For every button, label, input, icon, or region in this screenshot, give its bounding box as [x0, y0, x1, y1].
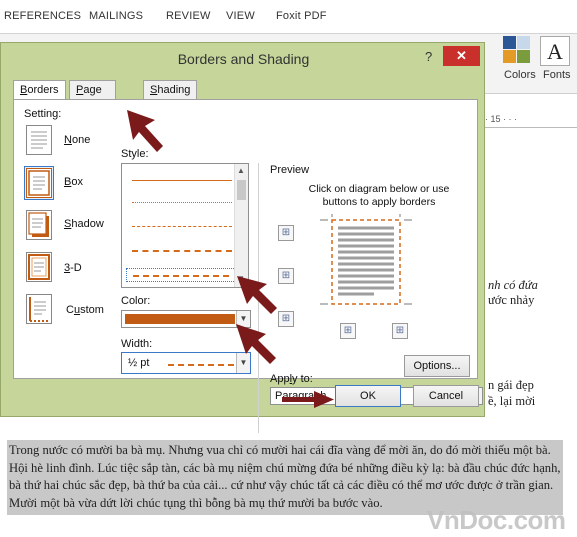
close-icon[interactable]: ✕: [443, 46, 480, 66]
theme-fonts-icon[interactable]: A: [540, 36, 570, 66]
style-option-selected[interactable]: [126, 268, 236, 282]
setting-label: Setting:: [24, 108, 62, 120]
ribbon-tabs-bar: REFERENCES MAILINGS REVIEW VIEW Foxit PD…: [0, 0, 577, 34]
scroll-up-icon[interactable]: ▲: [237, 166, 245, 175]
annotation-arrow-icon: [127, 110, 163, 152]
preview-diagram[interactable]: [320, 214, 412, 308]
style-option-dotted[interactable]: [132, 202, 232, 203]
colors-label: Colors: [504, 69, 536, 81]
color-swatch-icon: [503, 36, 516, 49]
fonts-label: Fonts: [543, 69, 571, 81]
box-border-icon: [28, 170, 50, 196]
right-border-icon[interactable]: ⊞: [392, 323, 408, 339]
setting-box-icon[interactable]: [26, 168, 52, 198]
apply-to-label: Apply to:: [270, 373, 313, 385]
setting-custom-label[interactable]: Custom: [66, 304, 104, 316]
setting-shadow-icon[interactable]: [26, 210, 52, 240]
color-swatch-icon: [503, 50, 516, 63]
theme-colors-button[interactable]: [503, 34, 537, 68]
dialog-title: Borders and Shading: [177, 51, 310, 67]
setting-box-label[interactable]: Box: [64, 176, 83, 188]
ruler-ticks: · 15 · · ·: [485, 114, 518, 124]
width-label: Width:: [121, 338, 153, 350]
scroll-thumb[interactable]: [237, 180, 246, 200]
color-swatch: [125, 314, 235, 324]
width-value: ½ pt: [128, 357, 150, 369]
line-style-list[interactable]: ▲ ▼: [121, 163, 249, 288]
style-option-dashed[interactable]: [132, 250, 232, 252]
tab-borders[interactable]: Borders: [13, 80, 66, 101]
annotation-arrow-icon: [236, 324, 276, 364]
watermark-logo: VnDoc.com: [427, 505, 566, 535]
tab-page-border[interactable]: Page Border: [69, 80, 117, 114]
setting-3d-icon[interactable]: [26, 252, 52, 282]
3d-border-icon: [28, 254, 50, 280]
left-border-icon[interactable]: ⊞: [340, 323, 356, 339]
tab-foxit-pdf[interactable]: Foxit PDF: [276, 10, 327, 22]
horizontal-ruler: · 15 · · ·: [475, 112, 577, 128]
setting-custom-icon[interactable]: [26, 294, 52, 324]
tab-references[interactable]: REFERENCES: [4, 10, 81, 22]
cancel-button[interactable]: Cancel: [413, 385, 479, 407]
tab-mailings[interactable]: MAILINGS: [89, 10, 143, 22]
inside-horizontal-border-icon[interactable]: ⊞: [278, 268, 294, 284]
setting-none-label[interactable]: None: [64, 134, 90, 146]
preview-text-lines: [338, 226, 394, 296]
ok-button[interactable]: OK: [335, 385, 401, 407]
annotation-arrow-icon: [237, 276, 277, 314]
style-option-dashed-short[interactable]: [132, 226, 232, 227]
style-option-solid[interactable]: [132, 180, 232, 181]
tab-review[interactable]: REVIEW: [166, 10, 211, 22]
doc-text-fragment: nh có đứa: [488, 278, 538, 292]
custom-border-icon: [29, 297, 48, 322]
lines-icon: [31, 131, 47, 149]
top-border-icon[interactable]: ⊞: [278, 225, 294, 241]
doc-text-fragment: ước nhảy: [488, 293, 535, 307]
bottom-border-icon[interactable]: ⊞: [278, 311, 294, 327]
preview-label: Preview: [270, 164, 310, 176]
color-swatch-icon: [517, 36, 530, 49]
shadow-border-icon: [28, 212, 49, 237]
selected-line-sample: [133, 275, 229, 277]
color-swatch-icon: [517, 50, 530, 63]
style-scrollbar[interactable]: ▲ ▼: [234, 164, 248, 287]
annotation-arrow-icon: [282, 391, 334, 408]
help-icon[interactable]: ?: [425, 49, 432, 64]
tab-view[interactable]: VIEW: [226, 10, 255, 22]
setting-none-icon[interactable]: [26, 125, 52, 155]
doc-text-fragment: ề, lại mời: [488, 394, 536, 408]
setting-3d-label[interactable]: 3-D: [64, 262, 82, 274]
width-line-sample: [168, 364, 234, 366]
tab-shading[interactable]: Shading: [143, 80, 198, 100]
options-button[interactable]: Options...: [404, 355, 470, 377]
preview-hint: Click on diagram below or use buttons to…: [308, 183, 450, 208]
doc-text-fragment: n gái đẹp: [488, 378, 534, 392]
color-label: Color:: [121, 295, 151, 307]
setting-shadow-label[interactable]: Shadow: [64, 218, 104, 230]
